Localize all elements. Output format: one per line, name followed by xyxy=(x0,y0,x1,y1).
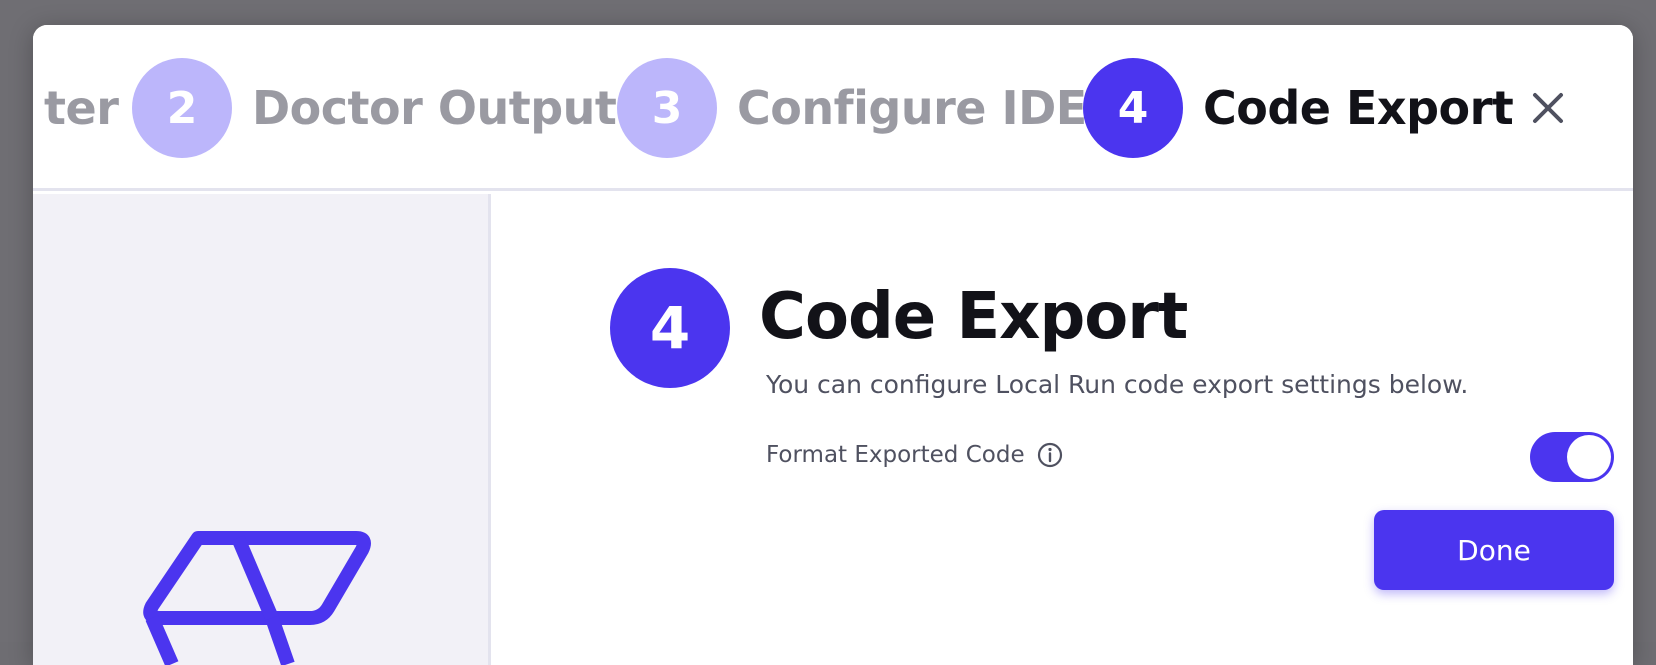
close-button[interactable] xyxy=(1528,88,1568,128)
step-2-label: Doctor Output xyxy=(252,81,617,135)
setup-dialog: ter 2 Doctor Output 3 Configure IDE 4 Co… xyxy=(33,25,1633,665)
page-title: Code Export xyxy=(759,280,1188,354)
format-code-toggle[interactable] xyxy=(1530,432,1614,482)
step-1[interactable]: ter xyxy=(33,25,119,191)
step-4[interactable]: 4 Code Export xyxy=(1083,25,1514,191)
step-4-label: Code Export xyxy=(1203,81,1514,135)
step-2-number: 2 xyxy=(132,58,232,158)
step-4-number: 4 xyxy=(1083,58,1183,158)
stepper: ter 2 Doctor Output 3 Configure IDE 4 Co… xyxy=(33,25,1633,191)
done-button[interactable]: Done xyxy=(1374,510,1614,590)
step-3-number: 3 xyxy=(617,58,717,158)
step-3-label: Configure IDE xyxy=(737,81,1087,135)
main-content: 4 Code Export You can configure Local Ru… xyxy=(494,194,1633,665)
close-icon xyxy=(1533,93,1563,123)
sidebar xyxy=(33,194,491,665)
format-code-label: Format Exported Code xyxy=(766,442,1025,468)
step-2[interactable]: 2 Doctor Output xyxy=(132,25,617,191)
toggle-knob xyxy=(1567,435,1611,479)
current-step-badge: 4 xyxy=(610,268,730,388)
info-icon[interactable] xyxy=(1037,442,1063,468)
app-logo xyxy=(143,531,371,665)
page-subtitle: You can configure Local Run code export … xyxy=(766,370,1469,399)
step-1-label: ter xyxy=(44,81,119,135)
step-3[interactable]: 3 Configure IDE xyxy=(617,25,1087,191)
format-code-setting: Format Exported Code xyxy=(766,442,1063,468)
